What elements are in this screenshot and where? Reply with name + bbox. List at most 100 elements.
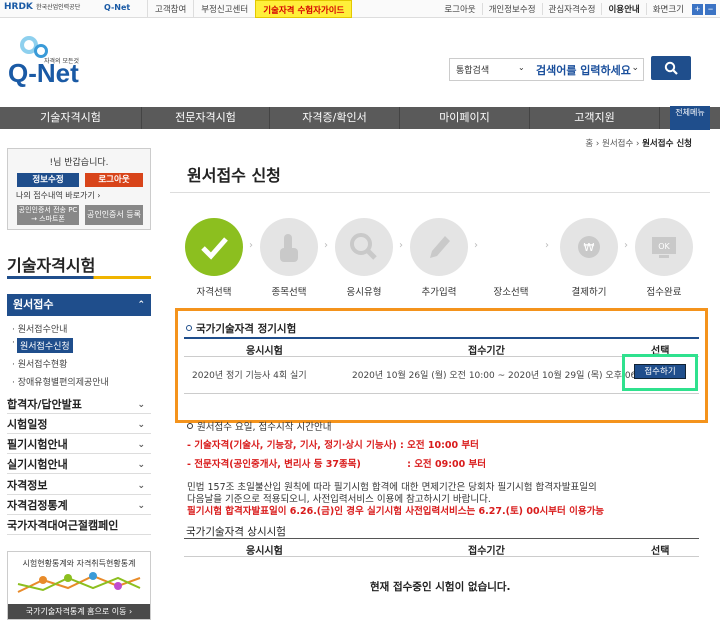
coin-icon: ₩	[578, 236, 600, 258]
subitem-apply-guide[interactable]: · 원서접수안내	[12, 322, 67, 335]
permanent-table-divider	[184, 556, 699, 557]
toplink-guide[interactable]: 기술자격 수험자가이드	[255, 0, 353, 18]
step-1-circle	[185, 218, 243, 276]
login-panel: !님 반갑습니다. 정보수정 로그아웃 나의 접수내역 바로가기 › 공인인증서…	[7, 148, 151, 230]
hand-pointer-icon	[280, 234, 298, 262]
toplink-logout[interactable]: 로그아웃	[438, 3, 483, 15]
breadcrumb-current: 원서접수 신청	[642, 139, 692, 149]
toplink-interest[interactable]: 관심자격수정	[543, 3, 603, 15]
notice-pro-time: - 전문자격(공인중개사, 변리사 등 37종목) : 오전 09:00 부터	[187, 459, 487, 470]
title-divider	[170, 192, 710, 193]
sidebar-item-apply[interactable]: 원서접수 ⌃	[7, 294, 151, 316]
chevron-down-icon: ⌄	[137, 420, 145, 430]
stats-home-link[interactable]: 국가기술자격통계 홈으로 이동 ›	[8, 604, 150, 619]
chevron-down-icon: ⌄	[631, 63, 639, 73]
toplink-edit-info[interactable]: 개인정보수정	[483, 3, 543, 15]
chevron-right-icon: ›	[249, 240, 253, 251]
chevron-down-icon: ⌄	[137, 400, 145, 410]
chevron-right-icon: ›	[324, 240, 328, 251]
zoom-label: 화면크기	[652, 5, 684, 15]
breadcrumb-home[interactable]: 홈	[585, 139, 593, 149]
chevron-right-icon: ›	[399, 240, 403, 251]
sidebar-item-written[interactable]: 필기시험안내 ⌄	[7, 436, 151, 454]
step-4-label: 추가입력	[421, 287, 457, 298]
chevron-down-icon: ⌄	[137, 501, 145, 511]
search-icon	[664, 61, 678, 75]
qnet-small-logo[interactable]: Q-Net	[104, 3, 130, 12]
step-4-circle	[410, 218, 468, 276]
all-menu-button[interactable]: 전체메뉴	[670, 106, 710, 130]
edit-info-button[interactable]: 정보수정	[17, 173, 79, 187]
highlight-apply-button	[622, 354, 698, 391]
step-2-circle	[260, 218, 318, 276]
page-title: 원서접수 신청	[187, 166, 281, 185]
nav-tech-exam[interactable]: 기술자격시험	[0, 107, 142, 129]
step-2-label: 종목선택	[271, 287, 307, 298]
main-nav: 기술자격시험 전문자격시험 자격증/확인서 마이페이지 고객지원 전체메뉴	[0, 106, 720, 130]
sidebar-title-underline	[7, 276, 151, 279]
toplink-customer[interactable]: 고객참여	[147, 0, 193, 18]
search-scope-select[interactable]: 통합검색	[456, 63, 489, 76]
greeting-text: !님 반갑습니다.	[49, 158, 109, 168]
sidebar-item-info[interactable]: 자격정보 ⌄	[7, 477, 151, 495]
sidebar-item-practical[interactable]: 실기시험안내 ⌄	[7, 456, 151, 474]
svg-text:OK: OK	[658, 242, 670, 251]
notice-heading: 원서접수 요일, 접수시작 시간안내	[187, 419, 331, 433]
zoom-in-button[interactable]: +	[692, 3, 703, 15]
step-5-label: 장소선택	[493, 287, 529, 298]
search-input[interactable]: 검색어를 입력하세요	[536, 62, 631, 78]
chevron-down-icon: ⌄	[518, 63, 525, 72]
toplink-usage[interactable]: 이용안내	[602, 3, 647, 15]
stats-graph-icon	[17, 572, 141, 593]
step-6-circle: ₩	[560, 218, 618, 276]
svg-text:₩: ₩	[584, 241, 595, 254]
notice-tech-time: - 기술자격(기술사, 기능장, 기사, 정기·상시 기능사) : 오전 10:…	[187, 440, 479, 451]
toplink-report[interactable]: 부정신고센터	[193, 0, 255, 18]
step-6-label: 결제하기	[571, 287, 607, 298]
permanent-exam-title: 국가기술자격 상시시험	[186, 526, 286, 538]
step-7-circle: OK	[635, 218, 693, 276]
sidebar-item-stats[interactable]: 자격검정통계 ⌄	[7, 497, 151, 515]
regular-table-bottom	[184, 393, 699, 394]
chevron-down-icon: ⌄	[137, 481, 145, 491]
sidebar-title: 기술자격시험	[7, 256, 96, 275]
subitem-apply-status[interactable]: · 원서접수현황	[12, 357, 67, 370]
sidebar-item-campaign[interactable]: 국가자격대여근절캠페인	[7, 517, 151, 535]
chevron-up-icon: ⌃	[137, 300, 145, 310]
pencil-icon	[430, 236, 450, 258]
nav-mypage[interactable]: 마이페이지	[400, 107, 530, 129]
stats-banner[interactable]: 시험현황통계와 자격취득현황통계 국가기술자격통계 홈으로 이동 ›	[7, 551, 151, 620]
cert-transfer-button[interactable]: 공인인증서 전송 PC → 스마트폰	[17, 205, 79, 225]
sidebar-item-results[interactable]: 합격자/답안발표 ⌄	[7, 396, 151, 414]
magnifier-icon	[350, 233, 377, 260]
nav-support[interactable]: 고객지원	[530, 107, 660, 129]
cert-register-button[interactable]: 공인인증서 등록	[85, 205, 143, 225]
hrdk-logo[interactable]: HRDK 한국산업인력공단	[4, 2, 80, 12]
notice-para-3: 필기시험 합격자발표일이 6.26.(금)인 경우 실기시험 사전입력서비스는 …	[187, 506, 605, 517]
nav-certificate[interactable]: 자격증/확인서	[270, 107, 400, 129]
subitem-accessibility[interactable]: · 장애유형별편의제공안내	[12, 375, 109, 388]
search-box[interactable]: 통합검색 ⌄ 검색어를 입력하세요 ⌄	[449, 58, 644, 81]
top-utility-bar: HRDK 한국산업인력공단 Q-Net 고객참여 부정신고센터 기술자격 수험자…	[0, 0, 720, 18]
step-3-circle	[335, 218, 393, 276]
perm-col-header-period: 접수기간	[468, 546, 505, 557]
regular-exam-name: 2020년 정기 기능사 4회 실기	[192, 371, 307, 381]
step-1-label: 자격선택	[196, 287, 232, 298]
sidebar-item-schedule[interactable]: 시험일정 ⌄	[7, 416, 151, 434]
nav-pro-exam[interactable]: 전문자격시험	[142, 107, 270, 129]
chevron-down-icon: ⌄	[137, 440, 145, 450]
check-icon	[201, 237, 228, 260]
regular-exam-period: 2020년 10월 26일 (월) 오전 10:00 ~ 2020년 10월 2…	[352, 371, 651, 381]
subitem-apply-request[interactable]: 원서접수신청	[17, 338, 73, 353]
step-3-label: 응시유형	[346, 287, 382, 298]
subitem-apply-request-wrap: ·	[12, 338, 15, 348]
logout-button[interactable]: 로그아웃	[85, 173, 143, 187]
regular-table-topline	[184, 337, 699, 339]
perm-col-header-select: 선택	[651, 546, 670, 557]
chevron-down-icon: ⌄	[137, 460, 145, 470]
my-history-link[interactable]: 나의 접수내역 바로가기 ›	[16, 190, 100, 201]
qnet-logo[interactable]: 자격의 모든것 Q-Net	[8, 36, 92, 92]
breadcrumb-mid[interactable]: 원서접수	[602, 139, 633, 149]
zoom-out-button[interactable]: −	[705, 3, 716, 15]
search-button[interactable]	[651, 56, 691, 80]
